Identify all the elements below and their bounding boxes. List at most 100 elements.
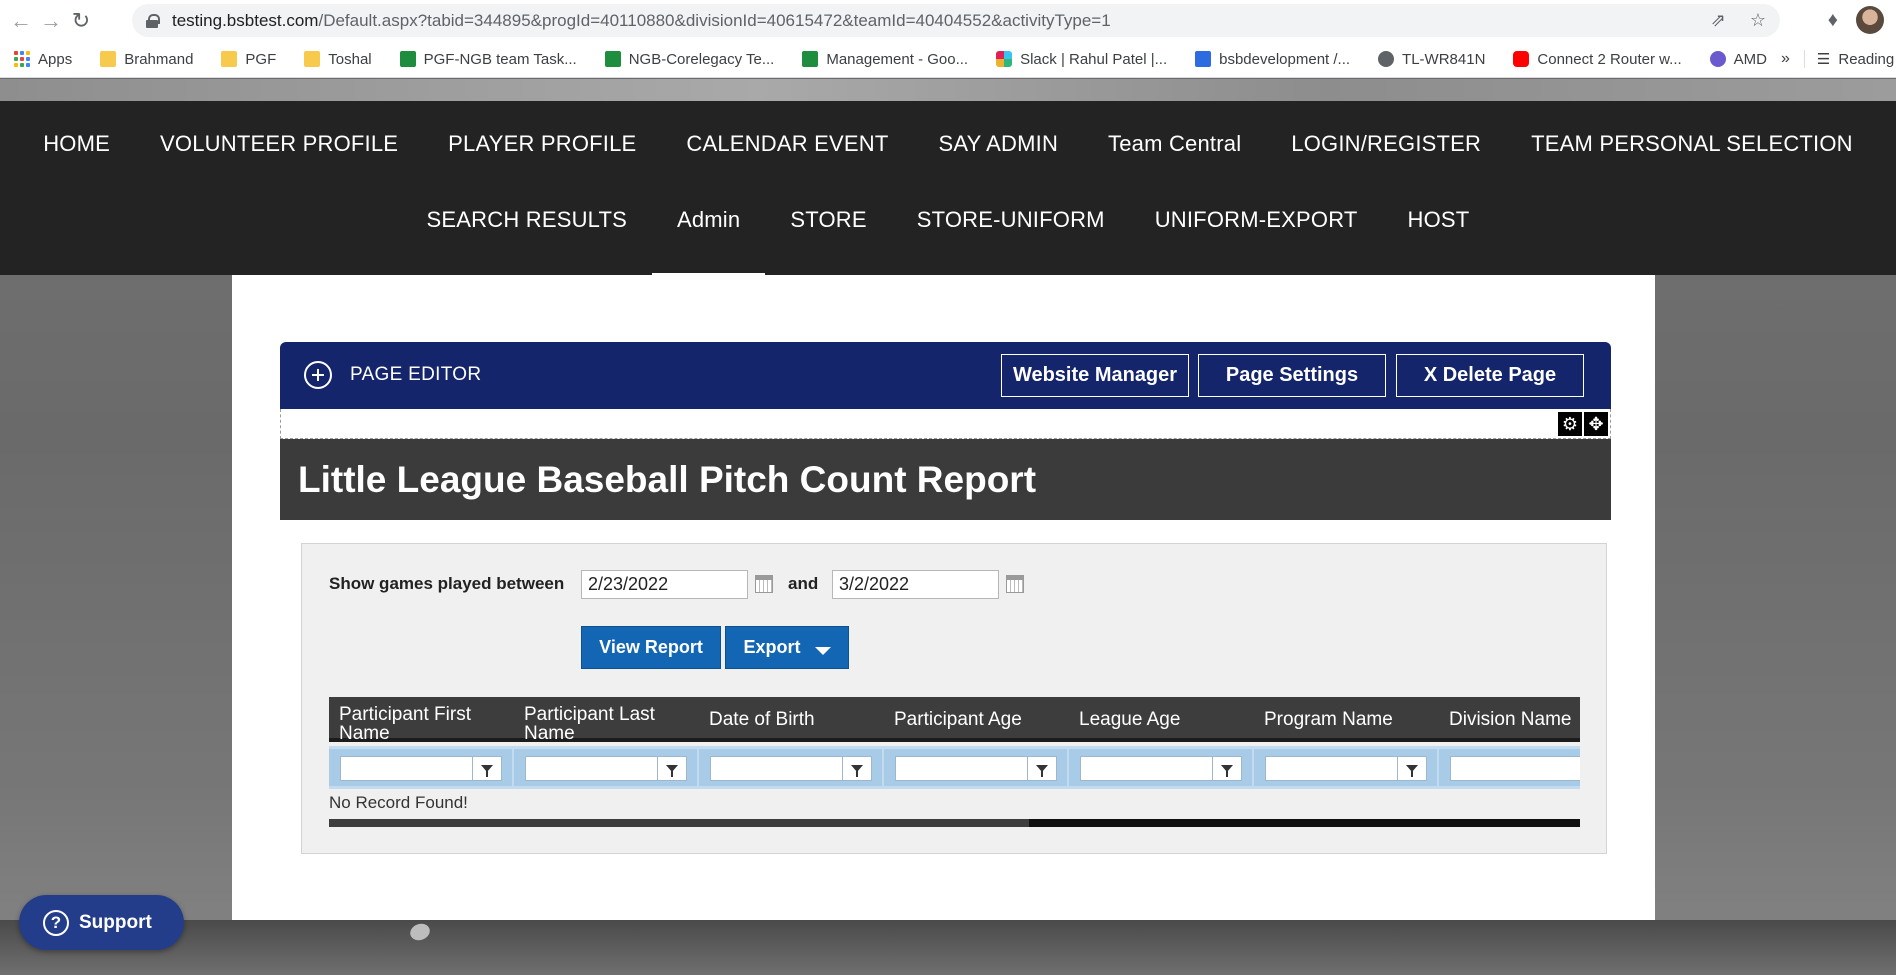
- end-date-input[interactable]: [832, 570, 999, 599]
- gear-icon[interactable]: ⚙: [1558, 412, 1582, 436]
- filter-cell: [1439, 749, 1580, 786]
- shield-icon: [1195, 51, 1212, 67]
- calendar-icon[interactable]: [755, 575, 773, 593]
- nav-calendar-event[interactable]: CALENDAR EVENT: [661, 129, 913, 169]
- scrollbar-thumb[interactable]: [1029, 819, 1580, 827]
- filter-input-league-age[interactable]: [1080, 756, 1213, 781]
- column-header-last-name[interactable]: Participant Last Name: [514, 697, 698, 743]
- filter-icon[interactable]: [1398, 756, 1427, 781]
- nav-home[interactable]: HOME: [18, 129, 135, 169]
- filter-cell: [329, 749, 512, 786]
- content-card: PAGE EDITOR Website Manager Page Setting…: [232, 275, 1655, 920]
- website-manager-button[interactable]: Website Manager: [1001, 354, 1189, 397]
- and-label: and: [788, 574, 819, 593]
- url-text[interactable]: testing.bsbtest.com/Default.aspx?tabid=3…: [172, 11, 1111, 31]
- filter-input-participant-age[interactable]: [895, 756, 1028, 781]
- sheets-icon: [802, 51, 819, 67]
- calendar-icon[interactable]: [1006, 575, 1024, 593]
- bookmark-label: Connect 2 Router w...: [1537, 50, 1682, 68]
- reload-icon[interactable]: ↻: [66, 6, 96, 36]
- bookmark-tl-wr841n[interactable]: TL-WR841N: [1378, 51, 1499, 68]
- extensions-icon[interactable]: ♦: [1828, 9, 1838, 32]
- nav-admin[interactable]: Admin: [651, 205, 766, 277]
- nav-say-admin[interactable]: SAY ADMIN: [913, 129, 1083, 169]
- export-button[interactable]: Export: [725, 626, 849, 669]
- forward-icon[interactable]: →: [36, 6, 66, 36]
- bookmark-brahmand[interactable]: Brahmand: [100, 51, 207, 68]
- bookmark-bsbdevelopment[interactable]: bsbdevelopment /...: [1195, 51, 1364, 68]
- report-header: Little League Baseball Pitch Count Repor…: [280, 439, 1611, 520]
- grid-filter-row: [329, 746, 1580, 789]
- nav-store[interactable]: STORE: [765, 205, 891, 245]
- bookmark-toshal[interactable]: Toshal: [304, 51, 385, 68]
- filter-cell: [699, 749, 882, 786]
- delete-page-button[interactable]: X Delete Page: [1396, 354, 1584, 397]
- url-path: /Default.aspx?tabid=344895&progId=401108…: [318, 10, 1111, 30]
- grid-header: Participant First Name Participant Last …: [329, 697, 1580, 743]
- date-filter-label: Show games played between: [329, 574, 565, 593]
- filter-icon[interactable]: [843, 756, 872, 781]
- nav-uniform-export[interactable]: UNIFORM-EXPORT: [1130, 205, 1383, 245]
- filter-icon[interactable]: [1213, 756, 1242, 781]
- bookmark-connect-router[interactable]: Connect 2 Router w...: [1513, 51, 1695, 68]
- bookmark-label: TL-WR841N: [1402, 50, 1486, 68]
- filter-input-last-name[interactable]: [525, 756, 658, 781]
- reading-list-label: Reading list: [1838, 50, 1896, 68]
- bookmark-label: Brahmand: [124, 50, 194, 68]
- profile-avatar[interactable]: [1856, 6, 1884, 34]
- share-icon[interactable]: ⇗: [1711, 10, 1726, 31]
- filter-icon[interactable]: [658, 756, 687, 781]
- nav-store-uniform[interactable]: STORE-UNIFORM: [892, 205, 1130, 245]
- nav-search-results[interactable]: SEARCH RESULTS: [402, 205, 652, 245]
- nav-team-central[interactable]: Team Central: [1083, 129, 1266, 169]
- back-icon[interactable]: ←: [6, 6, 36, 36]
- move-icon[interactable]: ✥: [1584, 412, 1608, 436]
- bookmark-amd[interactable]: AMD: [1709, 50, 1781, 68]
- caret-down-icon: [814, 646, 831, 655]
- horizontal-scrollbar[interactable]: [329, 819, 1580, 827]
- main-navigation: HOME VOLUNTEER PROFILE PLAYER PROFILE CA…: [0, 101, 1896, 277]
- filter-cell: [1069, 749, 1252, 786]
- filter-icon[interactable]: [1028, 756, 1057, 781]
- filter-input-program-name[interactable]: [1265, 756, 1398, 781]
- column-header-first-name[interactable]: Participant First Name: [329, 697, 513, 743]
- bookmark-pgf[interactable]: PGF: [221, 51, 290, 68]
- add-circle-icon[interactable]: [304, 361, 332, 389]
- bookmark-ngb-corelegacy[interactable]: NGB-Corelegacy Te...: [604, 51, 789, 68]
- amd-icon: [1709, 51, 1726, 67]
- nav-row-2: SEARCH RESULTS Admin STORE STORE-UNIFORM…: [0, 205, 1896, 277]
- more-bookmarks-button[interactable]: »: [1781, 50, 1804, 68]
- nav-team-personal-selection[interactable]: TEAM PERSONAL SELECTION: [1506, 129, 1878, 169]
- page-settings-button[interactable]: Page Settings: [1198, 354, 1386, 397]
- nav-player-profile[interactable]: PLAYER PROFILE: [423, 129, 661, 169]
- column-header-participant-age[interactable]: Participant Age: [884, 697, 1068, 742]
- address-bar[interactable]: testing.bsbtest.com/Default.aspx?tabid=3…: [132, 4, 1780, 37]
- column-header-date-of-birth[interactable]: Date of Birth: [699, 697, 883, 742]
- nav-row-1: HOME VOLUNTEER PROFILE PLAYER PROFILE CA…: [0, 129, 1896, 169]
- filter-input-division-name[interactable]: [1450, 756, 1580, 781]
- filter-input-first-name[interactable]: [340, 756, 473, 781]
- start-date-input[interactable]: [581, 570, 748, 599]
- star-icon[interactable]: ☆: [1750, 10, 1766, 31]
- filter-input-date-of-birth[interactable]: [710, 756, 843, 781]
- support-button[interactable]: ? Support: [19, 895, 184, 950]
- filter-icon[interactable]: [473, 756, 502, 781]
- filter-cell: [514, 749, 697, 786]
- header-banner-strip: [0, 79, 1896, 101]
- reading-list-button[interactable]: ☰ Reading list: [1803, 50, 1896, 68]
- bookmark-apps[interactable]: Apps: [14, 51, 86, 68]
- column-header-division-name[interactable]: Division Name: [1439, 697, 1580, 742]
- page-editor-title[interactable]: PAGE EDITOR: [350, 364, 481, 386]
- column-header-league-age[interactable]: League Age: [1069, 697, 1253, 742]
- lock-icon[interactable]: [146, 13, 160, 28]
- bookmark-pgf-ngb[interactable]: PGF-NGB team Task...: [399, 51, 591, 68]
- column-header-program-name[interactable]: Program Name: [1254, 697, 1438, 742]
- report-grid: Participant First Name Participant Last …: [329, 697, 1580, 827]
- bookmark-slack[interactable]: Slack | Rahul Patel |...: [996, 51, 1181, 68]
- view-report-button[interactable]: View Report: [581, 626, 721, 669]
- nav-host[interactable]: HOST: [1383, 205, 1495, 245]
- nav-login-register[interactable]: LOGIN/REGISTER: [1266, 129, 1506, 169]
- bookmark-label: AMD: [1733, 50, 1767, 68]
- nav-volunteer-profile[interactable]: VOLUNTEER PROFILE: [135, 129, 423, 169]
- bookmark-management[interactable]: Management - Goo...: [802, 51, 982, 68]
